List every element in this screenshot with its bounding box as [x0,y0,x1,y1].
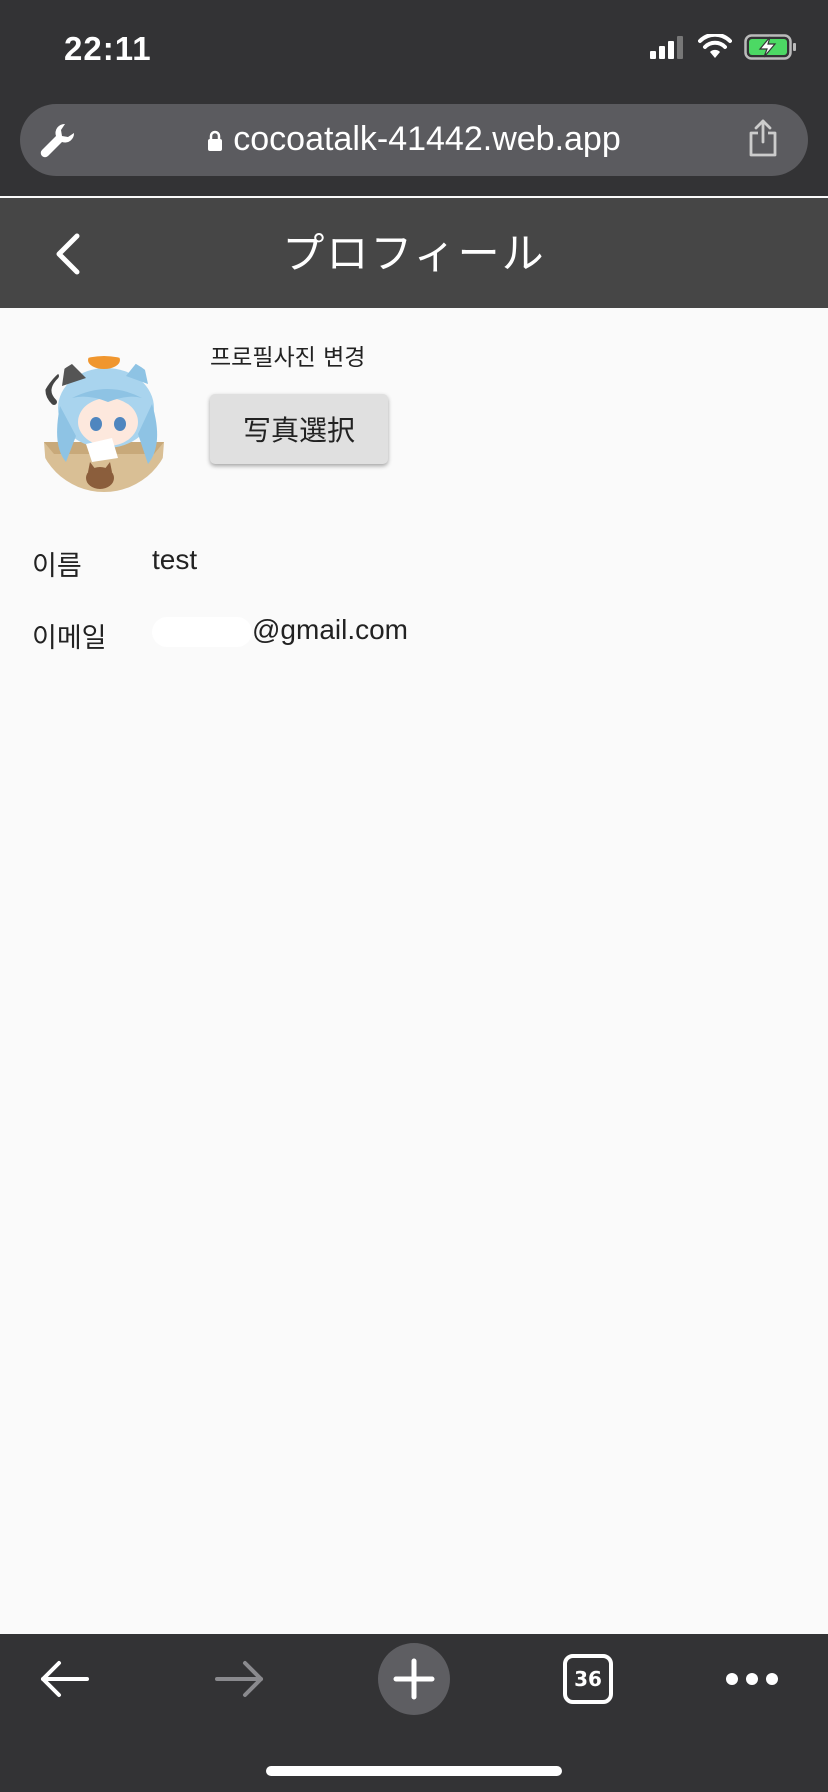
email-label: 이메일 [32,623,107,654]
url-bar[interactable]: cocoatalk-41442.web.app [20,104,808,176]
browser-chrome-top: 22:11 cocoatalk-41442.web.app [0,0,828,196]
tab-switcher-button[interactable]: 36 [548,1634,628,1724]
url-text: cocoatalk-41442.web.app [233,120,621,158]
signal-icon [650,36,683,59]
email-value: @gmail.com [252,614,409,645]
new-tab-button[interactable] [378,1634,450,1724]
change-photo-label: 프로필사진 변경 [210,345,366,371]
battery-charging-icon [744,34,796,60]
select-photo-button[interactable]: 写真選択 [210,394,388,464]
more-icon[interactable] [712,1634,792,1724]
app-header: プロフィール [0,198,828,308]
status-time: 22:11 [64,30,152,67]
redacted-area [152,616,252,647]
share-icon[interactable] [746,118,780,163]
name-value: test [152,544,198,575]
lock-icon [207,122,223,161]
home-indicator[interactable] [266,1766,562,1776]
forward-arrow-icon[interactable] [200,1634,280,1724]
status-icons [650,34,798,60]
email-value-row: @gmail.com [152,614,408,647]
profile-avatar [36,346,174,494]
wifi-icon [698,34,732,58]
tab-switcher-icon: 36 [563,1654,613,1704]
page-title: プロフィール [282,229,546,278]
name-label: 이름 [32,551,82,582]
new-tab-icon [378,1643,450,1715]
url-display[interactable]: cocoatalk-41442.web.app [20,120,808,161]
back-arrow-icon[interactable] [24,1634,104,1724]
